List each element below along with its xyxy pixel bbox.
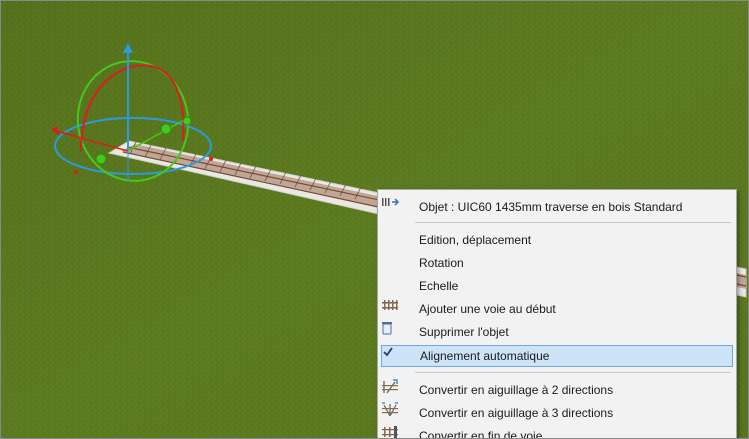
add-track-icon xyxy=(381,298,411,320)
context-menu: Objet : UIC60 1435mm traverse en bois St… xyxy=(377,189,737,439)
menu-item-scale[interactable]: Echelle xyxy=(381,275,733,297)
menu-item-delete-object[interactable]: Supprimer l'objet xyxy=(381,321,733,343)
menu-item-label: Rotation xyxy=(419,256,464,270)
menu-item-rotation[interactable]: Rotation xyxy=(381,252,733,274)
trash-icon xyxy=(381,321,411,343)
switch-2-icon xyxy=(381,379,411,401)
menu-header-label: Objet : UIC60 1435mm traverse en bois St… xyxy=(419,200,683,214)
track-object-icon xyxy=(381,196,411,218)
menu-item-edit-move[interactable]: Edition, déplacement xyxy=(381,229,733,251)
3d-viewport[interactable]: Objet : UIC60 1435mm traverse en bois St… xyxy=(0,0,749,439)
menu-item-label: Convertir en aiguillage à 3 directions xyxy=(419,406,614,420)
menu-item-label: Edition, déplacement xyxy=(419,233,532,247)
menu-item-add-track-start[interactable]: Ajouter une voie au début xyxy=(381,298,733,320)
menu-item-convert-switch-2[interactable]: Convertir en aiguillage à 2 directions xyxy=(381,379,733,401)
switch-3-icon xyxy=(381,402,411,424)
menu-item-convert-switch-3[interactable]: Convertir en aiguillage à 3 directions xyxy=(381,402,733,424)
menu-separator xyxy=(415,222,731,223)
menu-item-convert-track-end[interactable]: Convertir en fin de voie xyxy=(381,425,733,439)
menu-item-label: Convertir en fin de voie xyxy=(419,429,543,439)
checkmark-icon xyxy=(382,345,412,367)
menu-item-label: Echelle xyxy=(419,279,459,293)
menu-item-label: Convertir en aiguillage à 2 directions xyxy=(419,383,614,397)
menu-item-label: Ajouter une voie au début xyxy=(419,302,556,316)
menu-header-object: Objet : UIC60 1435mm traverse en bois St… xyxy=(381,196,733,218)
menu-item-label: Supprimer l'objet xyxy=(419,325,509,339)
menu-item-label: Alignement automatique xyxy=(420,349,550,363)
menu-item-auto-align[interactable]: Alignement automatique xyxy=(381,345,733,367)
track-end-icon xyxy=(381,425,411,438)
menu-separator xyxy=(415,372,731,373)
